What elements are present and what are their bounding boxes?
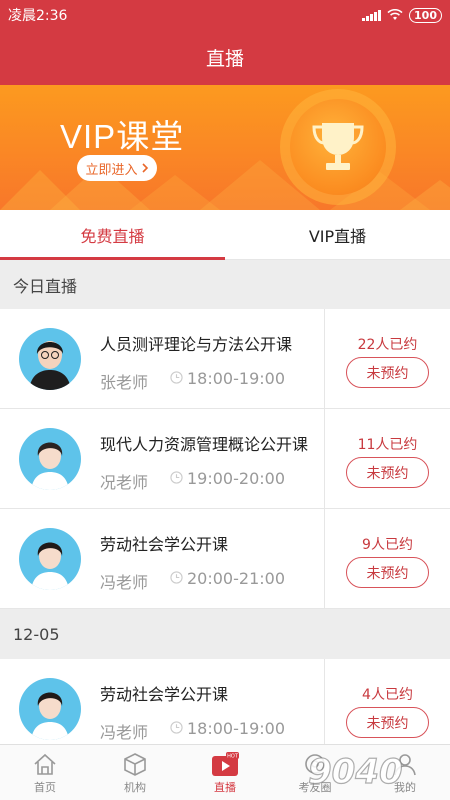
reservation-count: 11人已约	[357, 437, 418, 453]
tab-vip-live[interactable]: VIP直播	[225, 210, 450, 259]
watermark-logo: 9040	[307, 751, 403, 792]
row-divider	[324, 509, 325, 608]
teacher-avatar	[19, 528, 81, 590]
section-heading-date: 12-05	[0, 610, 450, 658]
reservation-count: 22人已约	[357, 337, 418, 353]
course-title: 现代人力资源管理概论公开课	[100, 435, 309, 454]
nav-item-live[interactable]: HOT 直播	[180, 745, 270, 800]
course-teacher: 冯老师	[100, 723, 149, 742]
teacher-avatar	[19, 328, 81, 390]
clock-icon	[170, 371, 183, 384]
course-title: 劳动社会学公开课	[100, 535, 229, 554]
page-title: 直播	[205, 48, 244, 70]
tab-free-live[interactable]: 免费直播	[0, 210, 225, 260]
live-tabs: 免费直播 VIP直播	[0, 210, 450, 260]
course-teacher: 冯老师	[100, 573, 149, 592]
live-video-icon: HOT	[212, 751, 239, 776]
teacher-avatar	[19, 428, 81, 490]
status-icons: 100	[362, 7, 442, 23]
trophy-icon	[312, 123, 364, 170]
clock-icon	[170, 471, 183, 484]
reservation-count: 4人已约	[362, 687, 413, 703]
reservation-count: 9人已约	[362, 537, 413, 553]
reserve-button[interactable]: 未预约	[346, 357, 429, 388]
banner-title: VIP课堂	[60, 118, 185, 155]
course-teacher: 张老师	[100, 373, 149, 392]
nav-label: 机构	[124, 780, 146, 794]
course-time: 18:00-19:00	[187, 369, 285, 388]
nav-label: 直播	[214, 780, 236, 794]
reserve-button[interactable]: 未预约	[346, 557, 429, 588]
signal-icon	[362, 9, 382, 21]
course-teacher: 况老师	[100, 473, 149, 492]
course-row[interactable]: 劳动社会学公开课 冯老师 20:00-21:00 9人已约 未预约	[0, 509, 450, 609]
vip-banner[interactable]: VIP课堂 立即进入	[0, 85, 450, 210]
reserve-button[interactable]: 未预约	[346, 707, 429, 738]
app-header: 凌晨2:36 100 直播	[0, 0, 450, 85]
reserve-button[interactable]: 未预约	[346, 457, 429, 488]
course-time: 18:00-19:00	[187, 719, 285, 738]
chevron-right-icon	[141, 163, 148, 173]
teacher-avatar	[19, 678, 81, 740]
nav-label: 首页	[34, 780, 56, 794]
status-time: 凌晨2:36	[8, 8, 68, 24]
section-heading-today: 今日直播	[0, 261, 450, 309]
wifi-icon	[387, 9, 403, 20]
nav-item-home[interactable]: 首页	[0, 745, 90, 800]
hot-badge: HOT	[227, 753, 239, 759]
course-time: 20:00-21:00	[187, 569, 285, 588]
home-icon	[34, 753, 56, 775]
enter-vip-button[interactable]: 立即进入	[77, 155, 157, 181]
course-row[interactable]: 现代人力资源管理概论公开课 况老师 19:00-20:00 11人已约 未预约	[0, 409, 450, 509]
nav-item-institution[interactable]: 机构	[90, 745, 180, 800]
enter-vip-label: 立即进入	[85, 162, 138, 178]
course-time: 19:00-20:00	[187, 469, 285, 488]
trophy-badge	[280, 89, 396, 205]
course-title: 劳动社会学公开课	[100, 685, 229, 704]
clock-icon	[170, 571, 183, 584]
row-divider	[324, 309, 325, 408]
course-row[interactable]: 人员测评理论与方法公开课 张老师 18:00-19:00 22人已约 未预约	[0, 309, 450, 409]
row-divider	[324, 409, 325, 508]
course-title: 人员测评理论与方法公开课	[100, 335, 293, 354]
status-bar: 凌晨2:36 100	[0, 0, 450, 30]
svg-text:9040: 9040	[308, 752, 403, 792]
cube-icon	[124, 752, 146, 776]
clock-icon	[170, 721, 183, 734]
battery-icon: 100	[409, 7, 442, 23]
